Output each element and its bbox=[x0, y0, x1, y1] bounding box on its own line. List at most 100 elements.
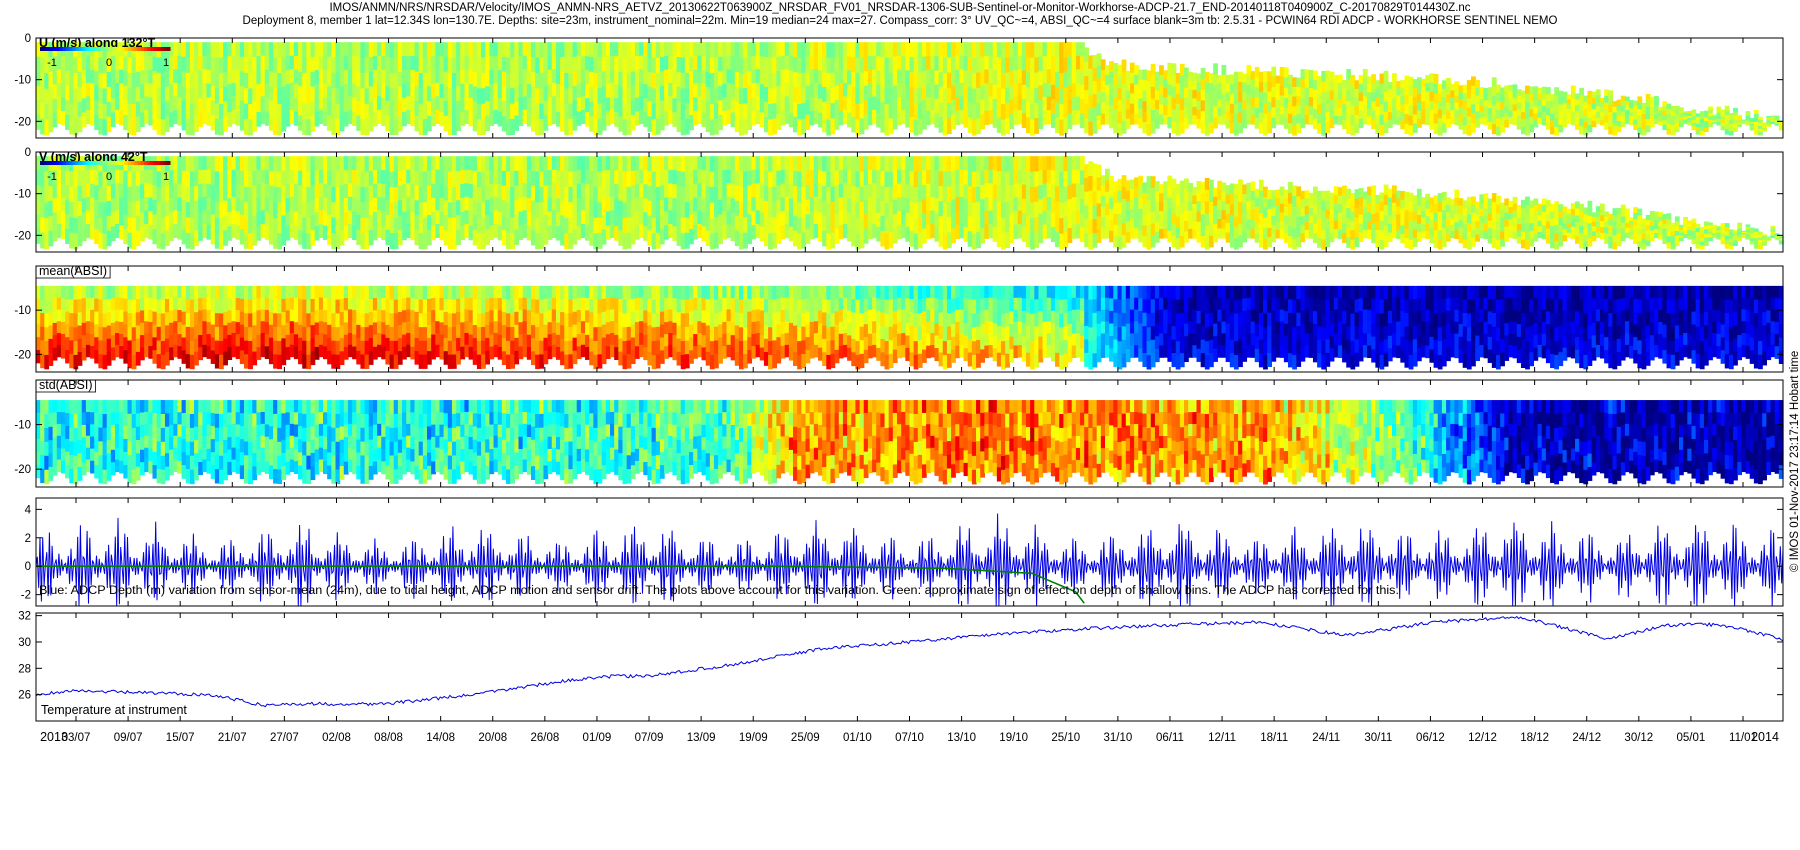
heatmap-cell bbox=[1666, 108, 1672, 115]
heatmap-cell bbox=[414, 71, 420, 87]
heatmap-cell bbox=[905, 98, 911, 114]
heatmap-cell bbox=[822, 86, 827, 103]
heatmap-cell bbox=[1333, 83, 1339, 92]
heatmap-cell bbox=[580, 210, 586, 225]
heatmap-cell bbox=[705, 200, 711, 217]
heatmap-cell bbox=[69, 171, 75, 188]
heatmap-cell bbox=[522, 210, 528, 225]
heatmap-cell bbox=[967, 72, 973, 88]
heatmap-cell bbox=[1175, 205, 1181, 218]
heatmap-cell bbox=[1400, 96, 1406, 105]
heatmap-cell bbox=[755, 55, 761, 70]
heatmap-cell bbox=[506, 119, 511, 136]
heatmap-cell bbox=[872, 82, 877, 98]
heatmap-cell bbox=[776, 114, 782, 130]
heatmap-cell bbox=[826, 57, 832, 74]
heatmap-cell bbox=[510, 42, 515, 59]
heatmap-cell bbox=[1483, 208, 1489, 217]
heatmap-cell bbox=[1545, 214, 1551, 223]
heatmap-cell bbox=[801, 156, 807, 173]
heatmap-cell bbox=[1537, 231, 1543, 239]
heatmap-cell bbox=[614, 70, 619, 85]
heatmap-cell bbox=[1358, 101, 1364, 111]
heatmap-cell bbox=[1067, 56, 1073, 72]
heatmap-cell bbox=[1520, 231, 1526, 241]
heatmap-cell bbox=[139, 98, 145, 113]
heatmap-cell bbox=[1005, 102, 1010, 119]
heatmap-cell bbox=[119, 169, 124, 185]
heatmap-cell bbox=[697, 69, 703, 84]
heatmap-cell bbox=[551, 210, 557, 225]
heatmap-cell bbox=[651, 233, 657, 250]
heatmap-cell bbox=[160, 103, 166, 120]
heatmap-cell bbox=[1400, 199, 1406, 209]
heatmap-cell bbox=[1337, 99, 1343, 109]
heatmap-cell bbox=[1612, 242, 1618, 250]
heatmap-cell bbox=[1242, 118, 1248, 129]
heatmap-cell bbox=[481, 156, 486, 173]
heatmap-cell bbox=[913, 187, 919, 204]
heatmap-cell bbox=[1333, 74, 1339, 84]
heatmap-cell bbox=[314, 198, 320, 213]
heatmap-cell bbox=[56, 223, 62, 239]
heatmap-cell bbox=[1362, 87, 1368, 97]
heatmap-cell bbox=[1429, 100, 1435, 111]
heatmap-cell bbox=[514, 71, 520, 87]
heatmap-cell bbox=[393, 119, 399, 136]
heatmap-cell bbox=[173, 69, 179, 84]
heatmap-cell bbox=[593, 119, 599, 136]
heatmap-cell bbox=[1184, 210, 1189, 222]
heatmap-cell bbox=[1283, 207, 1289, 217]
heatmap-cell bbox=[755, 96, 761, 111]
heatmap-cell bbox=[1238, 92, 1243, 103]
heatmap-cell bbox=[1454, 102, 1460, 111]
heatmap-cell bbox=[1629, 228, 1634, 233]
heatmap-cell bbox=[1404, 123, 1410, 134]
heatmap-cell bbox=[1437, 118, 1443, 128]
heatmap-cell bbox=[206, 69, 212, 85]
heatmap-cell bbox=[622, 171, 628, 188]
heatmap-cell bbox=[1175, 124, 1181, 136]
heatmap-cell bbox=[227, 70, 233, 85]
heatmap-cell bbox=[1171, 190, 1177, 203]
heatmap-cell bbox=[601, 86, 607, 102]
heatmap-cell bbox=[1105, 168, 1110, 181]
heatmap-cell bbox=[1416, 85, 1422, 95]
heatmap-cell bbox=[1475, 214, 1480, 222]
heatmap-cell bbox=[1329, 233, 1335, 243]
heatmap-cell bbox=[585, 170, 590, 185]
heatmap-cell bbox=[1096, 229, 1102, 243]
heatmap-cell bbox=[1512, 104, 1518, 112]
heatmap-cell bbox=[1346, 79, 1352, 92]
heatmap-cell bbox=[1221, 94, 1227, 105]
heatmap-cell bbox=[160, 202, 166, 219]
heatmap-cell bbox=[377, 183, 382, 198]
heatmap-cell bbox=[1529, 208, 1535, 217]
heatmap-cell bbox=[1125, 80, 1131, 91]
heatmap-cell bbox=[801, 72, 807, 89]
heatmap-cell bbox=[1263, 103, 1268, 115]
heatmap-cell bbox=[364, 202, 370, 219]
heatmap-cell bbox=[69, 217, 75, 234]
heatmap-cell bbox=[1075, 210, 1081, 225]
heatmap-cell bbox=[135, 185, 141, 202]
heatmap-cell bbox=[1013, 83, 1019, 98]
heatmap-cell bbox=[1346, 198, 1352, 209]
heatmap-cell bbox=[672, 56, 678, 71]
heatmap-cell bbox=[1591, 221, 1597, 228]
heatmap-cell bbox=[1279, 195, 1285, 205]
heatmap-cell bbox=[1225, 101, 1231, 111]
heatmap-cell bbox=[1271, 190, 1277, 200]
heatmap-cell bbox=[634, 156, 640, 171]
heatmap-cell bbox=[439, 111, 445, 127]
heatmap-cell bbox=[580, 169, 586, 184]
heatmap-cell bbox=[189, 156, 195, 173]
heatmap-cell bbox=[967, 117, 973, 133]
heatmap-cell bbox=[169, 212, 174, 227]
heatmap-cell bbox=[967, 216, 973, 232]
heatmap-cell bbox=[530, 156, 536, 172]
heatmap-cell bbox=[1325, 80, 1331, 92]
heatmap-cell bbox=[1217, 91, 1223, 101]
heatmap-cell bbox=[277, 217, 283, 234]
heatmap-cell bbox=[243, 171, 249, 188]
